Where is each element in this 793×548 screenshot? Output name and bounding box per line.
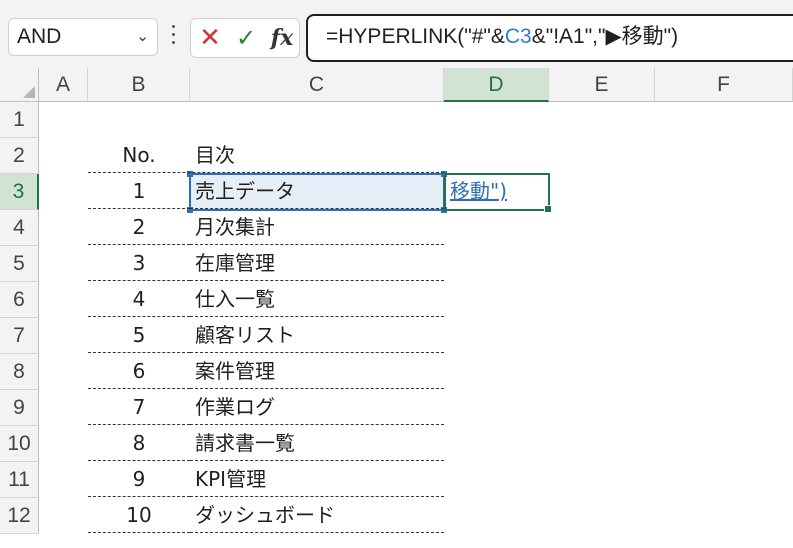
table-cell-name[interactable]: ダッシュボード: [190, 497, 444, 533]
column-header-c[interactable]: C: [190, 68, 444, 102]
formula-cell-reference: C3: [504, 25, 532, 48]
table-cell-no[interactable]: 7: [88, 389, 190, 425]
table-cell-name[interactable]: 仕入一覧: [190, 281, 444, 317]
table-cell-no[interactable]: 10: [88, 497, 190, 533]
formula-bar: AND ⌄ ✕ ✓ fx =HYPERLINK("#"&C3&"!A1","▶移…: [0, 8, 793, 68]
more-options-icon[interactable]: [168, 20, 178, 52]
table-cell-name[interactable]: 顧客リスト: [190, 317, 444, 353]
formula-text-end: &"!A1","▶移動"): [531, 25, 679, 48]
column-header-f[interactable]: F: [655, 68, 793, 102]
table-cell-no[interactable]: 3: [88, 245, 190, 281]
row-header-4[interactable]: 4: [0, 210, 39, 246]
formula-text-start: =HYPERLINK("#"&: [326, 25, 505, 48]
column-header-d[interactable]: D: [444, 68, 549, 102]
column-header-e[interactable]: E: [549, 68, 655, 102]
select-all-corner[interactable]: [0, 68, 39, 102]
column-header-a[interactable]: A: [39, 68, 88, 102]
row-header-7[interactable]: 7: [0, 318, 39, 354]
table-header-underline: [88, 137, 444, 173]
table-cell-name[interactable]: 在庫管理: [190, 245, 444, 281]
row-header-10[interactable]: 10: [0, 426, 39, 462]
table-cell-no[interactable]: 5: [88, 317, 190, 353]
table-cell-name[interactable]: KPI管理: [190, 461, 444, 497]
table-cell-name[interactable]: 売上データ: [190, 173, 444, 209]
chevron-down-icon[interactable]: ⌄: [136, 19, 149, 55]
name-box-value: AND: [17, 25, 62, 48]
table-cell-no[interactable]: 1: [88, 173, 190, 209]
row-header-9[interactable]: 9: [0, 390, 39, 426]
row-header-1[interactable]: 1: [0, 102, 39, 138]
table-cell-name[interactable]: 案件管理: [190, 353, 444, 389]
table-cell-name[interactable]: 作業ログ: [190, 389, 444, 425]
row-header-6[interactable]: 6: [0, 282, 39, 318]
row-header-2[interactable]: 2: [0, 138, 39, 174]
cell-d3-hyperlink[interactable]: 移動"): [446, 173, 548, 209]
table-cell-no[interactable]: 4: [88, 281, 190, 317]
cancel-icon[interactable]: ✕: [193, 19, 227, 57]
formula-buttons: ✕ ✓ fx: [190, 18, 300, 58]
window-top-strip: [0, 0, 793, 8]
table-cell-name[interactable]: 請求書一覧: [190, 425, 444, 461]
row-header-8[interactable]: 8: [0, 354, 39, 390]
row-header-12[interactable]: 12: [0, 498, 39, 534]
row-header-3[interactable]: 3: [0, 174, 39, 210]
formula-input[interactable]: =HYPERLINK("#"&C3&"!A1","▶移動"): [306, 14, 793, 62]
column-header-b[interactable]: B: [88, 68, 190, 102]
table-cell-no[interactable]: 8: [88, 425, 190, 461]
row-header-11[interactable]: 11: [0, 462, 39, 498]
table-cell-name[interactable]: 月次集計: [190, 209, 444, 245]
name-box[interactable]: AND ⌄: [8, 18, 158, 56]
table-cell-no[interactable]: 2: [88, 209, 190, 245]
table-cell-no[interactable]: 9: [88, 461, 190, 497]
row-header-5[interactable]: 5: [0, 246, 39, 282]
insert-function-icon[interactable]: fx: [265, 19, 299, 57]
table-cell-no[interactable]: 6: [88, 353, 190, 389]
check-icon[interactable]: ✓: [229, 19, 263, 57]
